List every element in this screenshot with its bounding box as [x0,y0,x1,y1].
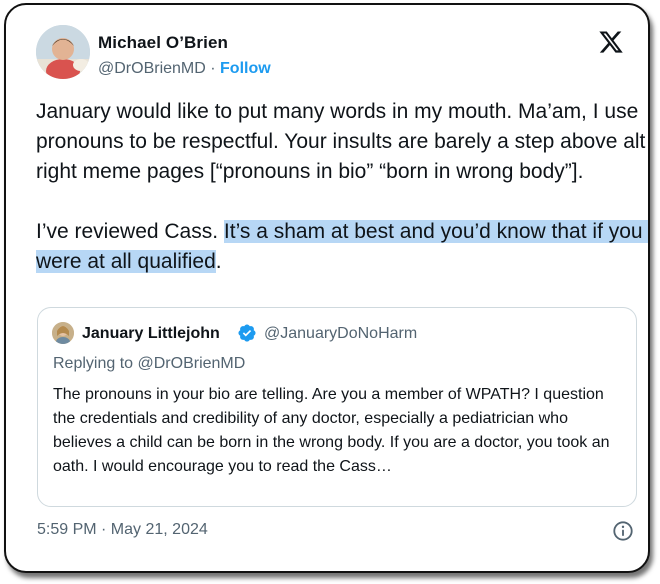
quoted-author-handle[interactable]: @JanuaryDoNoHarm [264,325,417,343]
follow-button[interactable]: Follow [220,60,271,77]
quoted-avatar-photo [52,322,74,344]
quoted-tweet[interactable]: January Littlejohn @JanuaryDoNoHarm Repl… [37,307,637,507]
author-avatar[interactable] [36,25,90,79]
quoted-tweet-text: The pronouns in your bio are telling. Ar… [53,386,610,475]
tweet-timestamp[interactable]: 5:59 PM · May 21, 2024 [37,521,208,539]
tweet-card: Michael O’Brien @DrOBrienMD · Follow Jan… [4,3,650,573]
info-icon[interactable] [612,520,634,542]
avatar-photo [36,25,90,79]
tweet-text: January would like to put many words in … [36,97,649,277]
tweet-text-end: . [215,250,222,273]
verified-badge-icon [238,324,256,342]
replying-to: Replying to @DrOBrienMD [53,355,246,372]
quoted-author-name[interactable]: January Littlejohn [82,325,220,343]
author-handle-line: @DrOBrienMD · Follow [98,60,271,78]
x-logo-icon[interactable] [598,29,624,55]
author-name[interactable]: Michael O’Brien [98,33,228,53]
quoted-author-avatar[interactable] [52,322,74,344]
author-handle[interactable]: @DrOBrienMD [98,60,206,77]
handle-separator: · [205,60,221,77]
